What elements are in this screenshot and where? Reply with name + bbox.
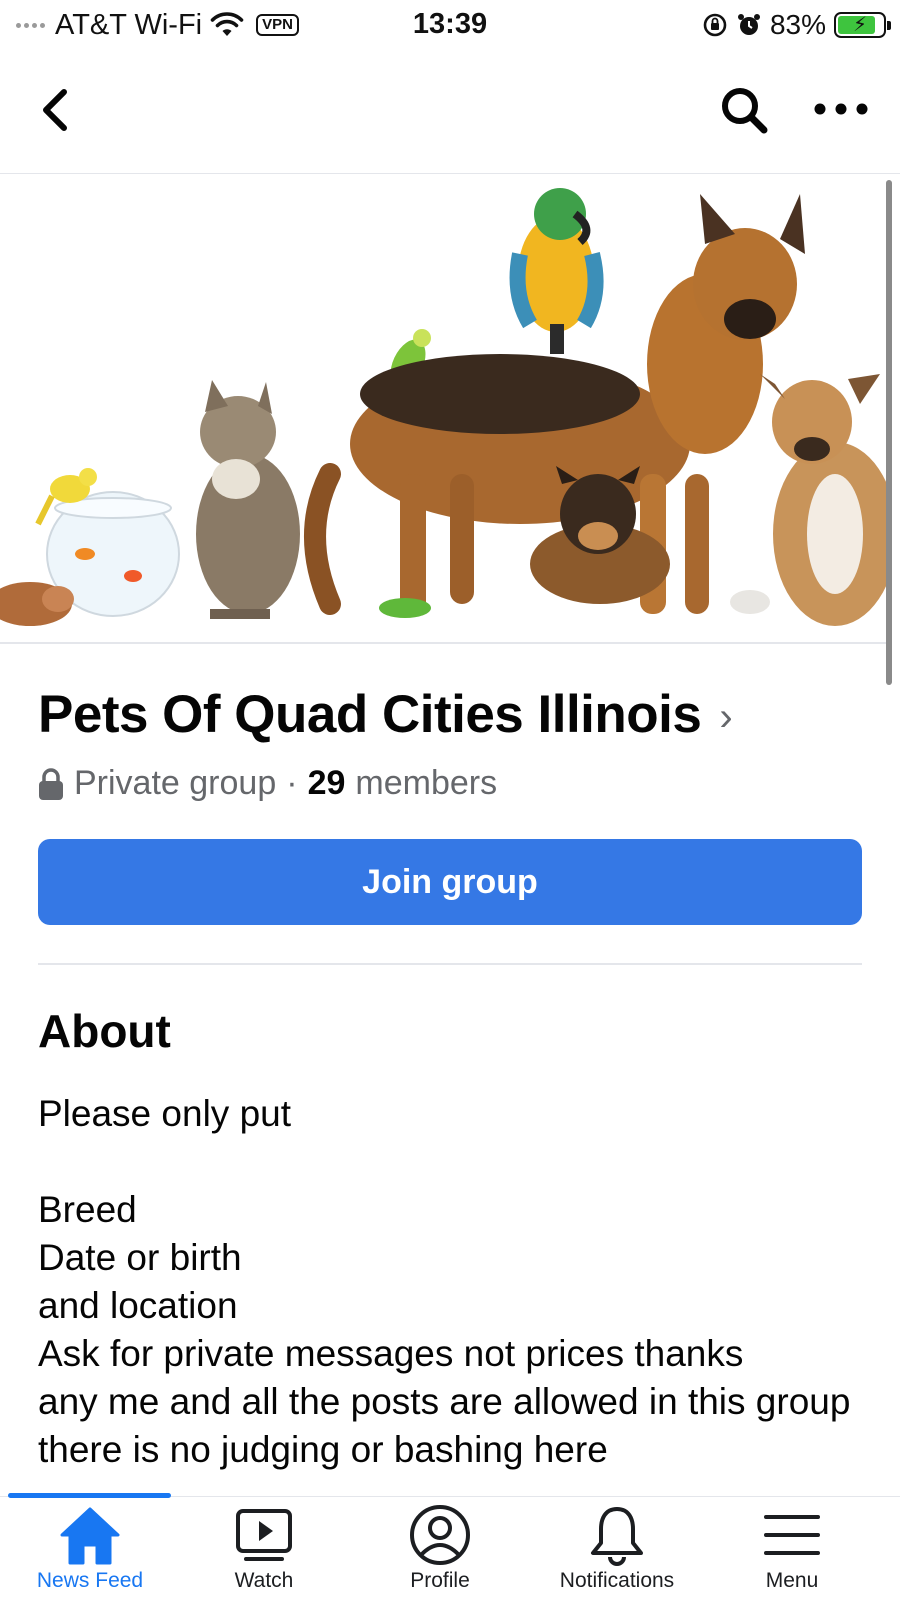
search-icon[interactable]	[718, 84, 770, 136]
charging-bolt-icon: ⚡	[852, 14, 868, 36]
join-group-button[interactable]: Join group	[38, 839, 862, 925]
group-cover-photo[interactable]	[0, 174, 890, 644]
tab-label: Watch	[234, 1569, 294, 1592]
lock-icon	[39, 767, 63, 800]
about-description: Please only put Breed Date or birth and …	[38, 1093, 851, 1470]
members-label[interactable]: members	[355, 764, 497, 803]
tab-label: Notifications	[559, 1569, 675, 1592]
tab-news-feed[interactable]: News Feed	[0, 1503, 180, 1599]
group-title[interactable]: Pets Of Quad Cities Illinois ›	[38, 684, 733, 745]
tab-menu[interactable]: Menu	[702, 1503, 882, 1599]
tab-watch[interactable]: Watch	[174, 1503, 354, 1599]
chevron-right-icon[interactable]: ›	[719, 695, 732, 740]
hamburger-menu-icon	[764, 1515, 820, 1555]
divider	[38, 963, 862, 965]
bottom-tab-bar: News Feed Watch Profile Notifications Me…	[0, 1493, 900, 1601]
about-heading: About	[38, 1005, 171, 1057]
navigation-bar	[0, 52, 900, 174]
group-name[interactable]: Pets Of Quad Cities Illinois	[38, 684, 702, 745]
alarm-icon	[737, 14, 760, 35]
tab-label: News Feed	[36, 1569, 144, 1592]
status-bar-right: 83% ⚡	[702, 8, 891, 42]
tab-profile[interactable]: Profile	[350, 1503, 530, 1599]
more-options-icon[interactable]	[812, 94, 870, 124]
member-count[interactable]: 29	[308, 764, 346, 803]
scroll-indicator[interactable]	[886, 180, 892, 685]
group-meta: Private group · 29 members	[38, 764, 497, 803]
privacy-label: Private group	[74, 764, 277, 802]
battery-percent: 83%	[769, 9, 826, 40]
back-icon[interactable]	[36, 86, 76, 134]
status-bar: AT&T Wi-Fi VPN 13:39 83% ⚡	[0, 0, 900, 52]
rotation-lock-icon	[703, 13, 727, 37]
meta-separator: ·	[286, 764, 298, 802]
home-icon	[60, 1507, 120, 1565]
profile-icon	[410, 1505, 470, 1565]
active-tab-indicator	[8, 1493, 171, 1498]
battery-icon: ⚡	[834, 12, 891, 38]
video-play-icon	[236, 1509, 292, 1561]
tab-notifications[interactable]: Notifications	[527, 1503, 707, 1599]
tab-label: Menu	[765, 1569, 819, 1592]
tab-label: Profile	[410, 1569, 470, 1592]
pets-cover-illustration	[0, 188, 890, 642]
bell-icon	[591, 1507, 643, 1566]
